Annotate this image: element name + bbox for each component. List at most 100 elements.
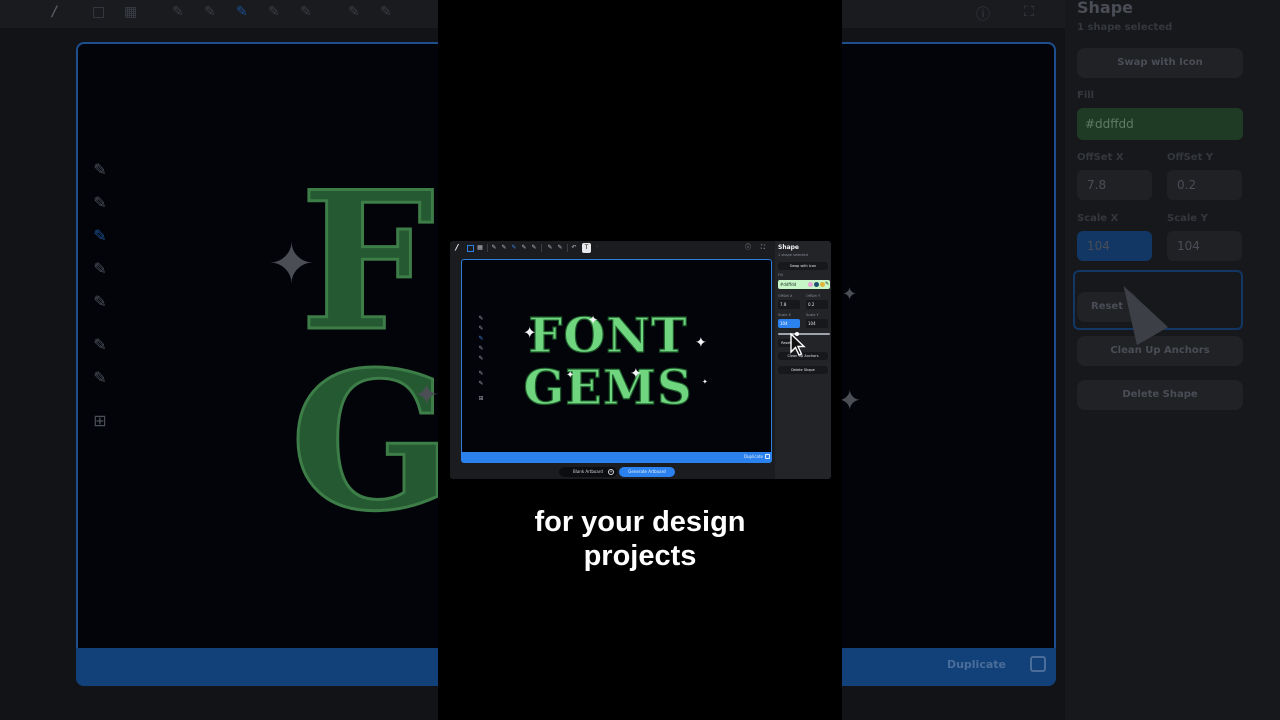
pen-tool-icon[interactable]: ✎: [490, 243, 498, 253]
side-pen-active-tool-icon[interactable]: ✎: [476, 335, 486, 343]
scale-x-label: Scale X: [778, 313, 791, 317]
bg-delete-button: Delete Shape: [1077, 380, 1243, 410]
offset-x-field[interactable]: 7.8: [778, 300, 800, 309]
video-caption: for your design projects: [438, 505, 842, 573]
caption-line1: for your design: [534, 506, 746, 538]
bg-path2-icon: ✎: [380, 4, 392, 20]
sparkle-icon: ✦: [630, 366, 642, 382]
side-frame-tool-icon[interactable]: ⊞: [476, 395, 486, 403]
path-tool-icon[interactable]: ✎: [546, 243, 554, 253]
delete-shape-button[interactable]: Delete Shape: [778, 366, 828, 374]
bg-path-icon: ✎: [348, 4, 360, 20]
footer: Blank Artboard + Generate Artboard: [450, 465, 775, 479]
side-pen-convert-tool-icon[interactable]: ✎: [476, 355, 486, 363]
font-gems-artwork[interactable]: FONT GEMS ✦ ✦ ✦ ✦ ✦ ✦: [524, 300, 714, 410]
duplicate-icon[interactable]: [765, 454, 770, 459]
artwork-text-line2[interactable]: GEMS: [524, 359, 693, 410]
bg-tool-pen-icon: ✎: [93, 160, 107, 179]
bg-tool-path2-icon: ✎: [93, 368, 107, 387]
bg-sparkle-icon: ✦: [842, 284, 858, 305]
bg-grid-icon: ▦: [124, 4, 138, 20]
bg-panel-subtitle: 1 shape selected: [1077, 22, 1173, 33]
bg-offset-x-field: 7.8: [1077, 170, 1152, 200]
side-pen-remove-tool-icon[interactable]: ✎: [476, 345, 486, 353]
design-app-window: / ▦ ✎ ✎ ✎ ✎ ✎ ✎ ✎ ↶ T · ⓘ ⛶ ✎ ✎ ✎ ✎ ✎ ✎ …: [450, 241, 831, 479]
bg-artwork-line2: G: [288, 329, 459, 555]
offset-y-field[interactable]: 0.2: [806, 300, 828, 309]
panel-subtitle: 1 shape selected: [778, 253, 808, 257]
bg-offset-x-label: OffSet X: [1077, 152, 1124, 163]
text-tool-icon[interactable]: T: [582, 243, 591, 253]
pen-remove-tool-icon[interactable]: ✎: [520, 243, 528, 253]
pen-convert-tool-icon[interactable]: ✎: [530, 243, 538, 253]
info-icon[interactable]: ⓘ: [744, 243, 752, 253]
grid-tool-icon[interactable]: ▦: [476, 243, 484, 253]
bg-scale-x-label: Scale X: [1077, 213, 1119, 224]
scale-y-label: Scale Y: [806, 313, 819, 317]
duplicate-button[interactable]: Duplicate: [744, 454, 763, 460]
side-pen-add-tool-icon[interactable]: ✎: [476, 325, 486, 333]
bg-info-icon: ⓘ: [976, 7, 990, 23]
side-path2-tool-icon[interactable]: ✎: [476, 380, 486, 388]
bg-expand-icon: ⛶: [1024, 4, 1034, 20]
bg-logo-icon: /: [52, 4, 58, 20]
blank-artboard-label: Blank Artboard: [573, 469, 603, 474]
fill-field[interactable]: #ddffdd ✎: [778, 280, 830, 289]
bg-fill-field: #ddffdd: [1077, 108, 1243, 140]
bg-pen-convert-icon: ✎: [300, 4, 312, 20]
sparkle-icon: ✦: [702, 378, 708, 386]
properties-panel: Shape 1 shape selected Swap with Icon Fi…: [775, 241, 831, 479]
bg-pen-add-icon: ✎: [204, 4, 216, 20]
expand-icon[interactable]: ⛶: [759, 243, 767, 253]
bg-swap-button: Swap with Icon: [1077, 48, 1243, 78]
bg-tool-path-icon: ✎: [93, 335, 107, 354]
sparkle-icon: ✦: [524, 323, 536, 342]
eyedropper-icon[interactable]: ✎: [825, 280, 829, 289]
bg-sparkle-icon: ✦: [414, 378, 440, 413]
bg-sparkle-icon: ✦: [268, 232, 315, 297]
bg-cleanup-button: Clean Up Anchors: [1077, 336, 1243, 366]
side-path-tool-icon[interactable]: ✎: [476, 370, 486, 378]
sparkle-icon: ✦: [695, 335, 707, 351]
swatch-pink[interactable]: [808, 282, 813, 287]
path2-tool-icon[interactable]: ✎: [556, 243, 564, 253]
bg-tool-pen-add-icon: ✎: [93, 193, 107, 212]
artboard-canvas[interactable]: ✎ ✎ ✎ ✎ ✎ ✎ ✎ ⊞ FONT GEMS ✦ ✦ ✦ ✦ ✦ ✦: [461, 259, 772, 455]
pen-add-tool-icon[interactable]: ✎: [500, 243, 508, 253]
bg-tool-pen-active-icon: ✎: [93, 226, 107, 245]
bg-tool-pen-minus-icon: ✎: [93, 259, 107, 278]
blank-artboard-button[interactable]: Blank Artboard +: [559, 467, 617, 477]
sparkle-icon: ✦: [566, 370, 574, 381]
artboard-footer-bar: Duplicate: [461, 452, 772, 463]
bg-scale-y-label: Scale Y: [1167, 213, 1208, 224]
bg-pen-active-icon: ✎: [236, 4, 248, 20]
bg-select-icon: □: [92, 4, 106, 20]
bg-tool-pen-convert-icon: ✎: [93, 292, 107, 311]
sparkle-icon: ✦: [588, 313, 598, 327]
undo-icon[interactable]: ↶: [570, 243, 578, 253]
select-tool-icon[interactable]: [467, 245, 474, 252]
plus-icon: +: [608, 469, 614, 475]
caption-line2: projects: [583, 540, 697, 572]
offset-y-label: OffSet Y: [806, 294, 821, 298]
scale-y-field[interactable]: 104: [806, 319, 828, 328]
pen-active-tool-icon[interactable]: ✎: [510, 243, 518, 253]
toolbar-divider: [541, 244, 542, 252]
toolbar-divider: [567, 244, 568, 252]
swap-with-icon-button[interactable]: Swap with Icon: [778, 262, 828, 270]
more-icon[interactable]: ·: [594, 243, 600, 253]
bg-scale-x-field: 104: [1077, 231, 1152, 261]
swatch-blue[interactable]: [814, 282, 819, 287]
bg-fill-label: Fill: [1077, 90, 1095, 101]
bg-pen-remove-icon: ✎: [268, 4, 280, 20]
bg-duplicate-icon: [1030, 656, 1046, 672]
bg-panel-title: Shape: [1077, 0, 1134, 17]
artwork-text-line1[interactable]: FONT: [528, 307, 688, 364]
fill-label: Fill: [778, 273, 783, 277]
bg-tool-column: ✎ ✎ ✎ ✎ ✎ ✎ ✎ ⊞: [88, 160, 112, 444]
mouse-cursor-icon: [790, 333, 806, 356]
generate-artboard-button[interactable]: Generate Artboard: [619, 467, 675, 477]
bg-tool-frame-icon: ⊞: [93, 411, 107, 430]
side-pen-tool-icon[interactable]: ✎: [476, 315, 486, 323]
scale-x-field[interactable]: 104: [778, 319, 800, 328]
